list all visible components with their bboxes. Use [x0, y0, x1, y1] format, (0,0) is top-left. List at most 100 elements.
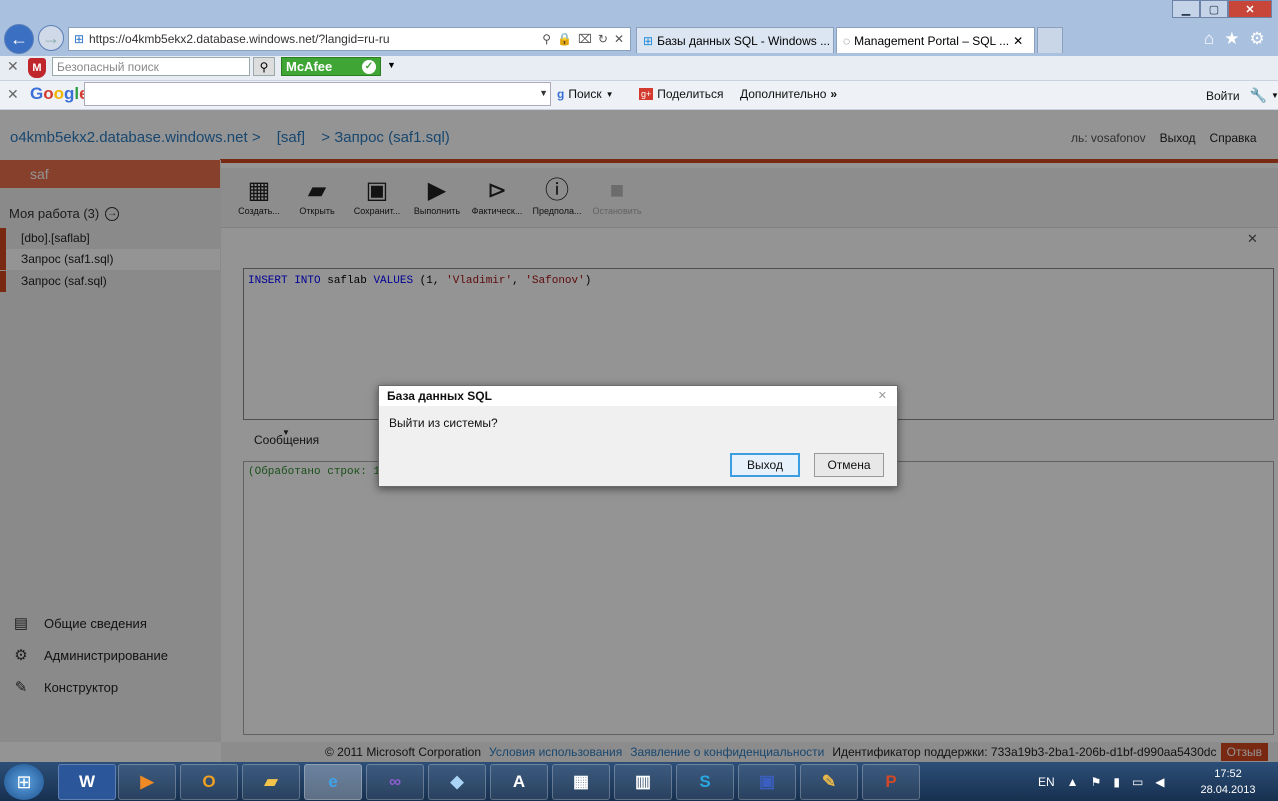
taskbar-save[interactable]: ▣	[738, 764, 796, 800]
mcafee-shield-icon: M	[28, 58, 46, 78]
browser-right-icons: ⌂ ★ ⚙	[1204, 29, 1265, 49]
infinity-icon: ∞	[388, 772, 402, 791]
dropdown-icon: ▼	[1271, 91, 1278, 100]
share-button[interactable]: g+ Поделиться	[639, 87, 724, 101]
windows-logo-icon: ⊞	[16, 771, 32, 792]
start-button[interactable]: ⊞	[4, 764, 44, 800]
tab-close-icon[interactable]: ✕	[1013, 34, 1023, 48]
back-arrow-icon: ←	[10, 28, 28, 49]
taskbar-vs[interactable]: ∞	[366, 764, 424, 800]
safe-search-input[interactable]: Безопасный поиск	[52, 57, 250, 76]
taskbar-calc-grid[interactable]: ▦	[552, 764, 610, 800]
mcafee-badge[interactable]: McAfee ✓	[281, 57, 381, 76]
search-icon[interactable]: ⚲	[542, 32, 551, 46]
cube-icon: ◆	[450, 772, 464, 791]
close-toolbar-icon[interactable]: ✕	[7, 58, 19, 75]
taskbar-powerpoint[interactable]: P	[862, 764, 920, 800]
taskbar-explorer[interactable]: ▰	[242, 764, 300, 800]
browser-tab-management-portal[interactable]: ◌ Management Portal – SQL ... ✕	[836, 27, 1035, 53]
signin-label: Войти	[1206, 88, 1240, 103]
taskbar-box[interactable]: ◆	[428, 764, 486, 800]
device-icon[interactable]: ▮	[1113, 775, 1120, 789]
signin-button[interactable]: Войти 🔧 ▼	[1206, 87, 1278, 104]
taskbar-word[interactable]: W	[58, 764, 116, 800]
network-icon[interactable]: ▭	[1132, 775, 1143, 789]
close-toolbar-icon[interactable]: ✕	[7, 86, 19, 103]
notepad-icon: A	[512, 772, 526, 791]
logout-dialog: База данных SQL ✕ Выйти из системы? Выхо…	[378, 385, 898, 487]
google-search-button[interactable]: g Поиск ▼	[557, 87, 614, 101]
flag-icon[interactable]: ⚑	[1091, 775, 1102, 789]
loading-icon: ◌	[843, 33, 851, 48]
address-url[interactable]: https://o4kmb5ekx2.database.windows.net/…	[89, 32, 542, 46]
lock-icon[interactable]: 🔒	[557, 32, 572, 46]
tab-label: Базы данных SQL - Windows ...	[657, 33, 831, 48]
clock-date: 28.04.2013	[1200, 784, 1256, 796]
more-button[interactable]: Дополнительно »	[740, 87, 837, 101]
share-label: Поделиться	[657, 87, 724, 101]
google-search-input[interactable]: ▼	[84, 82, 551, 106]
word-icon: W	[78, 772, 96, 791]
media-icon: ▶	[140, 772, 154, 791]
taskbar-paint[interactable]: ✎	[800, 764, 858, 800]
site-icon: ⊞	[73, 32, 85, 46]
tray-expand-icon[interactable]: ▲	[1067, 775, 1079, 789]
clock[interactable]: 17:52 28.04.2013	[1198, 766, 1258, 798]
gplus-icon: g+	[639, 88, 654, 100]
ie-icon: e	[328, 772, 338, 791]
maximize-button[interactable]: ▢	[1200, 0, 1228, 18]
outlook-icon: O	[202, 772, 216, 791]
close-window-button[interactable]: ✕	[1228, 0, 1272, 18]
google-logo: Google	[30, 84, 89, 103]
powerpoint-icon: P	[885, 772, 897, 791]
taskbar-media[interactable]: ▶	[118, 764, 176, 800]
refresh-icon[interactable]: ↻	[598, 32, 608, 46]
safe-search-button[interactable]: ⚲	[253, 57, 275, 76]
close-icon[interactable]: ✕	[878, 389, 887, 402]
more-label: Дополнительно	[740, 87, 827, 101]
taskbar-outlook[interactable]: O	[180, 764, 238, 800]
forward-arrow-icon: →	[42, 27, 60, 48]
google-search-label: Поиск	[568, 87, 602, 101]
new-tab-button[interactable]	[1037, 27, 1063, 53]
skype-icon: S	[699, 772, 711, 791]
favorites-icon[interactable]: ★	[1224, 29, 1239, 49]
tab-label: Management Portal – SQL ...	[854, 33, 1010, 48]
calculator-icon: ▥	[634, 772, 652, 791]
volume-icon[interactable]: ◀	[1155, 775, 1164, 789]
window-controls: ▁ ▢ ✕	[1172, 0, 1272, 18]
taskbar-skype[interactable]: S	[676, 764, 734, 800]
wrench-icon[interactable]: 🔧	[1250, 87, 1267, 104]
taskbar-notepad[interactable]: A	[490, 764, 548, 800]
system-tray: EN ▲ ⚑ ▮ ▭ ◀	[1038, 764, 1165, 800]
forward-button[interactable]: →	[38, 25, 64, 51]
folder-icon: ▰	[264, 772, 278, 791]
dropdown-icon: ▼	[605, 89, 614, 99]
dialog-title: База данных SQL	[379, 386, 897, 406]
minimize-button[interactable]: ▁	[1172, 0, 1200, 18]
floppy-icon: ▣	[758, 772, 776, 791]
clock-time: 17:52	[1214, 768, 1242, 780]
gear-icon[interactable]: ⚙	[1250, 29, 1265, 49]
mcafee-label: McAfee	[286, 59, 333, 74]
browser-tab-sql-databases[interactable]: ⊞ Базы данных SQL - Windows ...	[636, 27, 834, 53]
dialog-message: Выйти из системы?	[389, 416, 498, 430]
double-chevron-icon: »	[830, 87, 838, 101]
language-indicator[interactable]: EN	[1038, 775, 1055, 789]
windows-logo-icon: ⊞	[643, 33, 654, 48]
cancel-button[interactable]: Отмена	[814, 453, 884, 477]
mcafee-dropdown-icon[interactable]: ▼	[387, 60, 396, 70]
palette-icon: ✎	[821, 772, 837, 791]
dropdown-icon[interactable]: ▼	[539, 88, 548, 98]
taskbar-ie[interactable]: e	[304, 764, 362, 800]
compat-icon[interactable]: ⌧	[578, 32, 592, 46]
home-icon[interactable]: ⌂	[1204, 29, 1214, 49]
stop-icon[interactable]: ✕	[614, 32, 624, 46]
back-button[interactable]: ←	[4, 24, 34, 54]
search-icon: ⚲	[259, 59, 269, 74]
address-bar[interactable]: ⊞ https://o4kmb5ekx2.database.windows.ne…	[68, 27, 631, 51]
google-g-icon: g	[557, 87, 565, 101]
logout-confirm-button[interactable]: Выход	[730, 453, 800, 477]
taskbar-calculator[interactable]: ▥	[614, 764, 672, 800]
grid-icon: ▦	[572, 772, 590, 791]
